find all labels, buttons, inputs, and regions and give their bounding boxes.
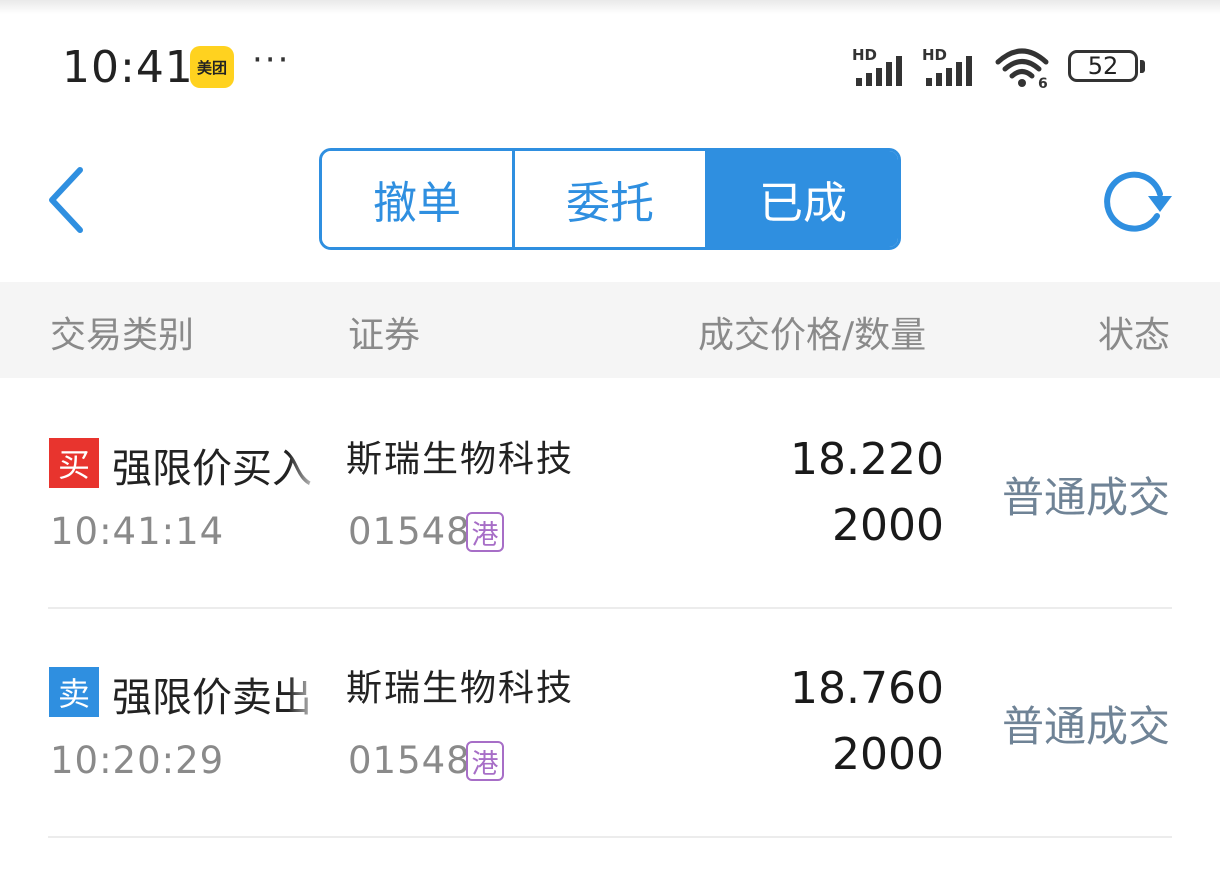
hk-market-badge: 港 bbox=[466, 512, 504, 552]
security-code: 01548 bbox=[348, 510, 471, 553]
hk-market-badge: 港 bbox=[466, 741, 504, 781]
table-row[interactable]: 卖 强限价卖出 10:20:29 斯瑞生物科技 01548 港 18.760 2… bbox=[0, 607, 1220, 836]
table-header: 交易类别 证券 成交价格/数量 状态 bbox=[0, 282, 1220, 378]
trade-price: 18.220 bbox=[790, 434, 944, 485]
tab-filled[interactable]: 已成 bbox=[705, 151, 898, 247]
refresh-icon[interactable] bbox=[1102, 170, 1174, 234]
security-name: 斯瑞生物科技 bbox=[346, 439, 575, 480]
header-security: 证券 bbox=[348, 315, 421, 356]
trade-time: 10:20:29 bbox=[50, 739, 225, 782]
header-trade-type: 交易类别 bbox=[50, 315, 195, 356]
more-notifications-icon: ··· bbox=[252, 40, 291, 80]
buy-badge: 买 bbox=[49, 438, 99, 488]
trade-status: 普通成交 bbox=[1001, 473, 1170, 522]
trade-status: 普通成交 bbox=[1001, 702, 1170, 751]
row-divider bbox=[48, 836, 1172, 838]
clock: 10:41 bbox=[62, 42, 194, 93]
table-row[interactable]: 买 强限价买入 10:41:14 斯瑞生物科技 01548 港 18.220 2… bbox=[0, 378, 1220, 607]
trade-time: 10:41:14 bbox=[50, 510, 225, 553]
back-button[interactable] bbox=[44, 166, 88, 234]
order-type: 强限价买入 bbox=[112, 446, 312, 490]
trade-price: 18.760 bbox=[790, 663, 944, 714]
wifi-label: 6 bbox=[1038, 76, 1048, 88]
trade-quantity: 2000 bbox=[832, 729, 944, 780]
battery-level: 52 bbox=[1087, 52, 1119, 80]
security-code: 01548 bbox=[348, 739, 471, 782]
battery-icon: 52 bbox=[1068, 50, 1138, 82]
status-bar: 10:41 美团 ··· HD HD 6 52 bbox=[0, 0, 1220, 130]
header-price-quantity: 成交价格/数量 bbox=[698, 315, 927, 356]
order-type: 强限价卖出 bbox=[112, 675, 312, 719]
security-name: 斯瑞生物科技 bbox=[346, 668, 575, 709]
wifi-icon: 6 bbox=[995, 48, 1049, 88]
tab-cancel-order[interactable]: 撤单 bbox=[322, 151, 512, 247]
tab-orders[interactable]: 委托 bbox=[512, 151, 705, 247]
meituan-app-icon: 美团 bbox=[190, 46, 234, 88]
battery-tip bbox=[1140, 60, 1145, 73]
sell-badge: 卖 bbox=[49, 667, 99, 717]
trade-quantity: 2000 bbox=[832, 500, 944, 551]
header-status: 状态 bbox=[1097, 315, 1170, 356]
segmented-control: 撤单 委托 已成 bbox=[319, 148, 901, 250]
